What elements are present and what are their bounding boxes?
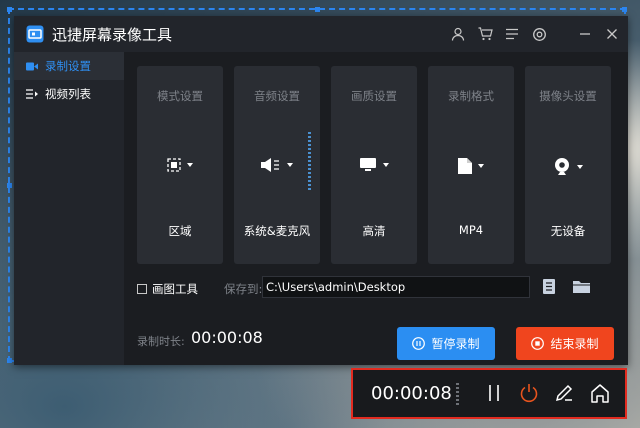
card-quality-settings[interactable]: 画质设置 高清 xyxy=(331,66,417,264)
chevron-down-icon[interactable] xyxy=(187,163,193,167)
region-handle-tr[interactable] xyxy=(622,7,627,12)
floating-timer: 00:00:08 xyxy=(371,383,452,404)
app-window: 迅捷屏幕录像工具 录制设置 视频列表 模式设置 区域 音频设置 系统&麦克风 画… xyxy=(14,16,628,365)
cart-icon[interactable] xyxy=(477,26,493,42)
card-record-format[interactable]: 录制格式 MP4 xyxy=(428,66,514,264)
minimize-icon[interactable] xyxy=(577,26,593,42)
card-title: 摄像头设置 xyxy=(539,89,597,103)
duration-label: 录制时长: xyxy=(137,335,185,348)
menu-icon[interactable] xyxy=(504,26,520,42)
stop-recording-label: 结束录制 xyxy=(550,337,599,351)
sidebar-item-record-settings[interactable]: 录制设置 xyxy=(14,52,124,80)
stop-circle-icon xyxy=(531,337,545,350)
file-list-icon[interactable] xyxy=(543,279,555,294)
chevron-down-icon[interactable] xyxy=(478,164,484,168)
drawing-tool-checkbox[interactable] xyxy=(137,284,147,294)
close-icon[interactable] xyxy=(604,26,620,42)
sidebar-item-label: 视频列表 xyxy=(45,87,91,101)
settings-icon[interactable] xyxy=(531,26,547,42)
region-handle-bl[interactable] xyxy=(7,358,12,363)
card-webcam-settings[interactable]: 摄像头设置 无设备 xyxy=(525,66,611,264)
list-icon xyxy=(26,89,38,99)
pause-icon[interactable] xyxy=(483,382,505,404)
options-row: 画图工具 保存到: C:\Users\admin\Desktop xyxy=(137,276,628,300)
chevron-down-icon[interactable] xyxy=(287,163,293,167)
home-icon[interactable] xyxy=(589,382,611,404)
main-panel: 模式设置 区域 音频设置 系统&麦克风 画质设置 高清 录制格式 MP4 摄像头… xyxy=(124,52,628,365)
recording-row: 录制时长: 00:00:08 暂停录制 结束录制 xyxy=(137,322,628,360)
webcam-icon xyxy=(555,158,569,175)
pause-recording-button[interactable]: 暂停录制 xyxy=(397,327,495,360)
card-title: 音频设置 xyxy=(254,89,300,103)
card-audio-settings[interactable]: 音频设置 系统&麦克风 xyxy=(234,66,320,264)
save-to-label: 保存到: xyxy=(224,282,263,296)
region-handle-tl[interactable] xyxy=(7,7,12,12)
app-title: 迅捷屏幕录像工具 xyxy=(52,25,173,44)
card-title: 模式设置 xyxy=(157,89,203,103)
sidebar-item-video-list[interactable]: 视频列表 xyxy=(14,80,124,108)
card-title: 画质设置 xyxy=(351,89,397,103)
app-logo-icon xyxy=(26,25,44,43)
card-value: 无设备 xyxy=(550,224,586,238)
pen-icon[interactable] xyxy=(553,382,575,404)
folder-icon[interactable] xyxy=(573,280,590,293)
speaker-icon xyxy=(261,158,279,172)
monitor-icon xyxy=(360,158,376,171)
volume-meter[interactable] xyxy=(308,132,311,190)
chevron-down-icon[interactable] xyxy=(383,162,389,167)
region-icon xyxy=(167,158,181,172)
user-icon[interactable] xyxy=(450,26,466,42)
stop-recording-button[interactable]: 结束录制 xyxy=(516,327,614,360)
card-title: 录制格式 xyxy=(448,89,494,103)
region-handle-ml[interactable] xyxy=(7,183,12,188)
title-bar[interactable]: 迅捷屏幕录像工具 xyxy=(14,16,628,52)
duration-value: 00:00:08 xyxy=(191,328,263,347)
pause-circle-icon xyxy=(412,337,426,350)
drawing-tool-label[interactable]: 画图工具 xyxy=(152,281,198,297)
drag-handle[interactable] xyxy=(456,383,459,405)
card-value: 系统&麦克风 xyxy=(243,224,311,238)
chevron-down-icon[interactable] xyxy=(577,165,583,169)
save-path-input[interactable]: C:\Users\admin\Desktop xyxy=(262,276,530,298)
card-mode-settings[interactable]: 模式设置 区域 xyxy=(137,66,223,264)
file-icon xyxy=(458,158,472,174)
card-value: 高清 xyxy=(362,224,386,238)
region-handle-tm[interactable] xyxy=(315,7,320,12)
video-camera-icon xyxy=(26,62,38,70)
floating-control-bar[interactable]: 00:00:08 xyxy=(351,368,627,419)
power-icon[interactable] xyxy=(518,382,540,404)
card-value: 区域 xyxy=(168,224,192,238)
sidebar: 录制设置 视频列表 xyxy=(14,52,124,365)
sidebar-item-label: 录制设置 xyxy=(45,59,91,73)
card-value: MP4 xyxy=(458,223,484,237)
pause-recording-label: 暂停录制 xyxy=(431,337,480,351)
